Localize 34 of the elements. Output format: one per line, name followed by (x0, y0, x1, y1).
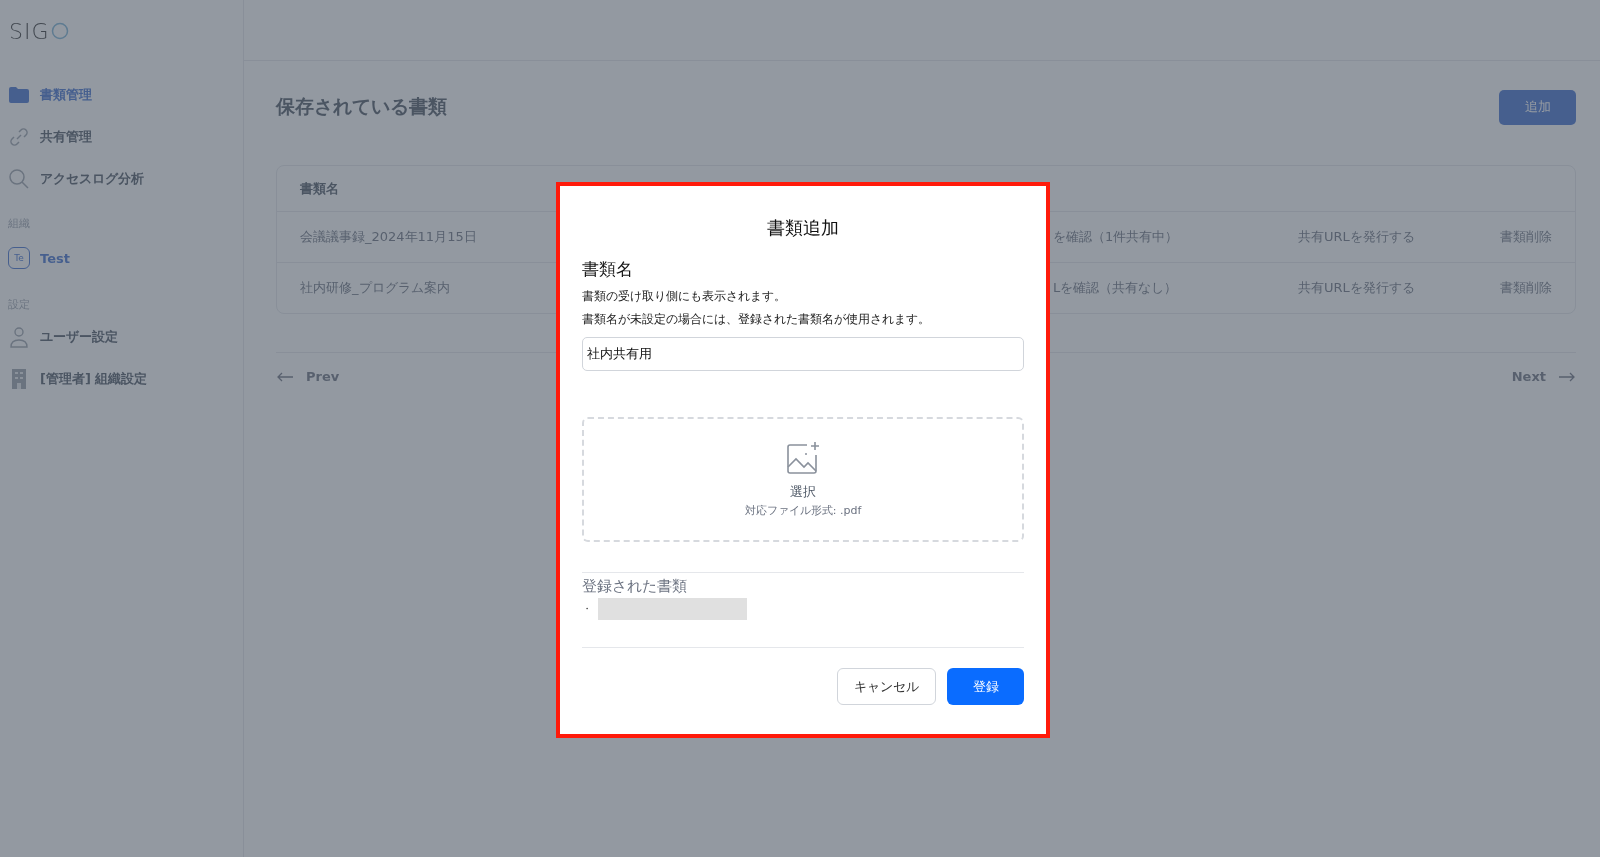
field-label: 書類名 (582, 258, 634, 281)
list-bullet: ・ (582, 602, 592, 616)
add-image-icon (785, 441, 821, 477)
organization-avatar: Te (8, 247, 30, 269)
link-icon (8, 126, 30, 148)
document-name-field[interactable]: 社内共有用 (582, 337, 1024, 371)
table-cell: Lを確認（共有なし） (1053, 279, 1178, 297)
search-icon (8, 168, 30, 190)
help-text: 書類名が未設定の場合には、登録された書類名が使用されます。 (582, 312, 931, 327)
next-link[interactable]: Next (1511, 369, 1576, 384)
user-icon (8, 326, 30, 348)
register-button[interactable]: 登録 (947, 668, 1024, 705)
help-text: 書類の受け取り側にも表示されます。 (582, 289, 787, 304)
file-format-hint: 対応ファイル形式: .pdf (744, 503, 862, 518)
column-header: 書類名 (300, 179, 339, 198)
arrow-left-icon (276, 371, 294, 382)
sidebar-item[interactable]: ユーザー設定 (0, 316, 243, 358)
registered-documents-heading: 登録された書類 (582, 577, 688, 596)
logo-text: SIG (9, 18, 50, 44)
arrow-right-icon (1558, 371, 1576, 382)
folder-icon (8, 86, 30, 104)
select-file-label: 選択 (790, 483, 816, 501)
dialog-title: 書類追加 (766, 216, 840, 240)
sidebar-item[interactable]: 共有管理 (0, 116, 243, 158)
organization-item[interactable]: Te Test (0, 235, 243, 281)
page-title: 保存されている書類 (276, 94, 447, 119)
prev-link[interactable]: Prev (276, 369, 340, 384)
file-dropzone[interactable]: 選択 対応ファイル形式: .pdf (582, 417, 1024, 542)
sidebar-item[interactable]: [管理者] 組織設定 (0, 358, 243, 400)
sidebar-item[interactable]: アクセスログ分析 (0, 158, 243, 200)
logo-ring-icon (50, 22, 69, 40)
cancel-button[interactable]: キャンセル (837, 668, 936, 705)
sidebar-item[interactable]: 書類管理 (0, 74, 243, 116)
add-button[interactable]: 追加 (1499, 89, 1576, 125)
